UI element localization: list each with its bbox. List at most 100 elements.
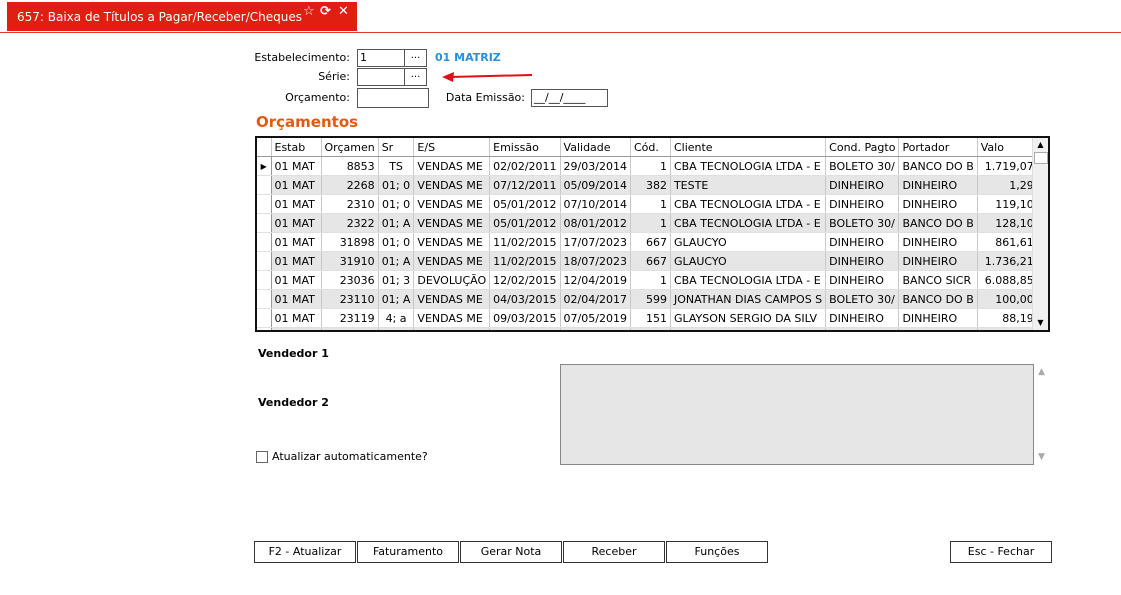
table-cell: 01 MAT [271,308,322,328]
table-cell: 2322 [321,213,379,233]
serie-input[interactable] [357,68,405,86]
table-cell: 08/04/2017 [560,327,631,330]
column-header[interactable]: Validade [560,138,631,157]
estabelecimento-input[interactable]: 1 [357,49,405,67]
table-cell: 01 MAT [271,270,322,290]
table-row[interactable]: ▶ 01 MAT 8853 TS VENDAS ME 02/02/2011 29/03/20… [257,156,1038,176]
table-cell: DINHEIRO [825,175,900,195]
column-header[interactable]: Sr [378,138,415,157]
table-row[interactable]: 01 MAT 23110 01; A VENDAS ME 04/03/2015 02/04… [257,289,1038,309]
faturamento-button[interactable]: Faturamento [357,541,459,563]
table-cell: 861,61 [977,232,1038,252]
column-header[interactable]: Cliente [670,138,827,157]
table-cell: 01; A [378,327,415,330]
column-header[interactable]: Orçamen [321,138,379,157]
column-header[interactable]: Valo [977,138,1038,157]
row-indicator [257,213,272,233]
gerar-nota-button[interactable]: Gerar Nota [460,541,562,563]
table-cell: 1 [630,194,671,214]
table-row[interactable]: 01 MAT 23119 4; a VENDAS ME 09/03/2015 07/05/… [257,308,1038,328]
scroll-up-icon[interactable]: ▲ [1033,138,1048,152]
table-row[interactable]: 01 MAT 2310 01; 0 VENDAS ME 05/01/2012 07/10/… [257,194,1038,214]
table-cell: 23110 [321,289,379,309]
star-icon[interactable]: ☆ [303,4,315,19]
table-cell: 1 [630,270,671,290]
table-row[interactable]: 01 MAT2313301; AVENDAS ME10/03/201508/04… [257,327,1038,330]
table-cell: VENDAS ME [413,289,491,309]
column-header[interactable]: Cód. [630,138,671,157]
table-cell: 01 MAT [271,175,322,195]
table-cell: 23119 [321,308,379,328]
scroll-down-icon[interactable]: ▼ [1033,316,1048,330]
auto-update-label: Atualizar automaticamente? [272,450,428,463]
table-cell: VENDAS ME [413,251,491,271]
vendedor1-label: Vendedor 1 [258,347,329,360]
table-cell: 01 MAT [271,232,322,252]
table-cell: VENDAS ME [413,308,491,328]
table-cell: VENDAS ME [413,194,491,214]
table-cell: 01; A [378,251,415,271]
column-header[interactable]: Portador [898,138,978,157]
table-cell: 05/01/2012 [489,194,561,214]
funcoes-button[interactable]: Funções [666,541,768,563]
serie-lookup-button[interactable]: ... [404,68,427,86]
table-cell: 128,10 [977,213,1038,233]
table-cell: 667 [630,232,671,252]
observacoes-memo[interactable] [560,364,1034,465]
refresh-icon[interactable]: ⟳ [320,4,331,19]
close-icon[interactable]: ✕ [338,4,349,19]
table-cell: CBA TECNOLOGIA LTDA - E [670,270,827,290]
table-cell: 04/03/2015 [489,289,561,309]
table-cell: 539 [630,327,671,330]
table-cell: 1 [630,156,671,176]
table-cell: DEVOLUÇÃO [413,270,491,290]
table-cell: 8853 [321,156,379,176]
table-cell: 01 MAT [271,213,322,233]
column-header[interactable]: E/S [413,138,491,157]
table-cell: 151 [630,308,671,328]
table-row[interactable]: 01 MAT 2268 01; 0 VENDAS ME 07/12/2011 05/09/… [257,175,1038,195]
orcamentos-grid[interactable]: Estab Orçamen Sr E/S Emissão Validade Có… [255,136,1050,332]
row-indicator [257,194,272,214]
table-cell: 05/09/2014 [560,175,631,195]
fechar-button[interactable]: Esc - Fechar [950,541,1052,563]
orcamento-input[interactable] [357,88,429,108]
table-cell: 18/07/2023 [560,251,631,271]
table-cell: DINHEIRO [898,251,978,271]
table-cell: TESTE [670,175,827,195]
table-cell: BOLETO 30/ [825,289,900,309]
table-row[interactable]: 01 MAT 2322 01; A VENDAS ME 05/01/2012 08/01/… [257,213,1038,233]
table-cell: 599 [630,289,671,309]
scroll-thumb[interactable] [1034,152,1048,164]
column-header[interactable]: Estab [271,138,322,157]
table-cell: BANCO DO B [898,213,978,233]
table-cell: 01; A [378,213,415,233]
auto-update-checkbox[interactable] [256,451,268,463]
table-cell: BANCO DO B [898,156,978,176]
memo-scroll-up-icon[interactable]: ▲ [1038,367,1045,377]
table-cell: 31910 [321,251,379,271]
row-indicator [257,327,272,330]
table-cell: 01 MAT [271,194,322,214]
grid-vertical-scrollbar[interactable]: ▲ ▼ [1032,138,1048,330]
row-indicator [257,251,272,271]
table-row[interactable]: 01 MAT 31898 01; 0 VENDAS ME 11/02/2015 17/07… [257,232,1038,252]
tab-bar: 657: Baixa de Títulos a Pagar/Receber/Ch… [0,0,1121,33]
estabelecimento-name: 01 MATRIZ [435,51,501,64]
table-cell: BANCO SICR [898,270,978,290]
table-row[interactable]: 01 MAT 31910 01; A VENDAS ME 11/02/2015 18/07… [257,251,1038,271]
column-header[interactable]: Emissão [489,138,561,157]
table-cell: 297,56 [977,327,1038,330]
table-row[interactable]: 01 MAT 23036 01; 3 DEVOLUÇÃO 12/02/2015 12/04… [257,270,1038,290]
data-emissao-input[interactable]: __/__/____ [531,89,608,107]
current-row-indicator-icon: ▶ [257,156,272,176]
column-header[interactable]: Cond. Pagto [825,138,900,157]
receber-button[interactable]: Receber [563,541,665,563]
window-tab[interactable]: 657: Baixa de Títulos a Pagar/Receber/Ch… [7,2,357,31]
estabelecimento-lookup-button[interactable]: ... [404,49,427,67]
table-cell: 02/02/2011 [489,156,561,176]
memo-scrollbar[interactable]: ▲ ▼ [1036,364,1050,465]
atualizar-button[interactable]: F2 - Atualizar [254,541,356,563]
row-indicator [257,289,272,309]
memo-scroll-down-icon[interactable]: ▼ [1038,452,1045,462]
